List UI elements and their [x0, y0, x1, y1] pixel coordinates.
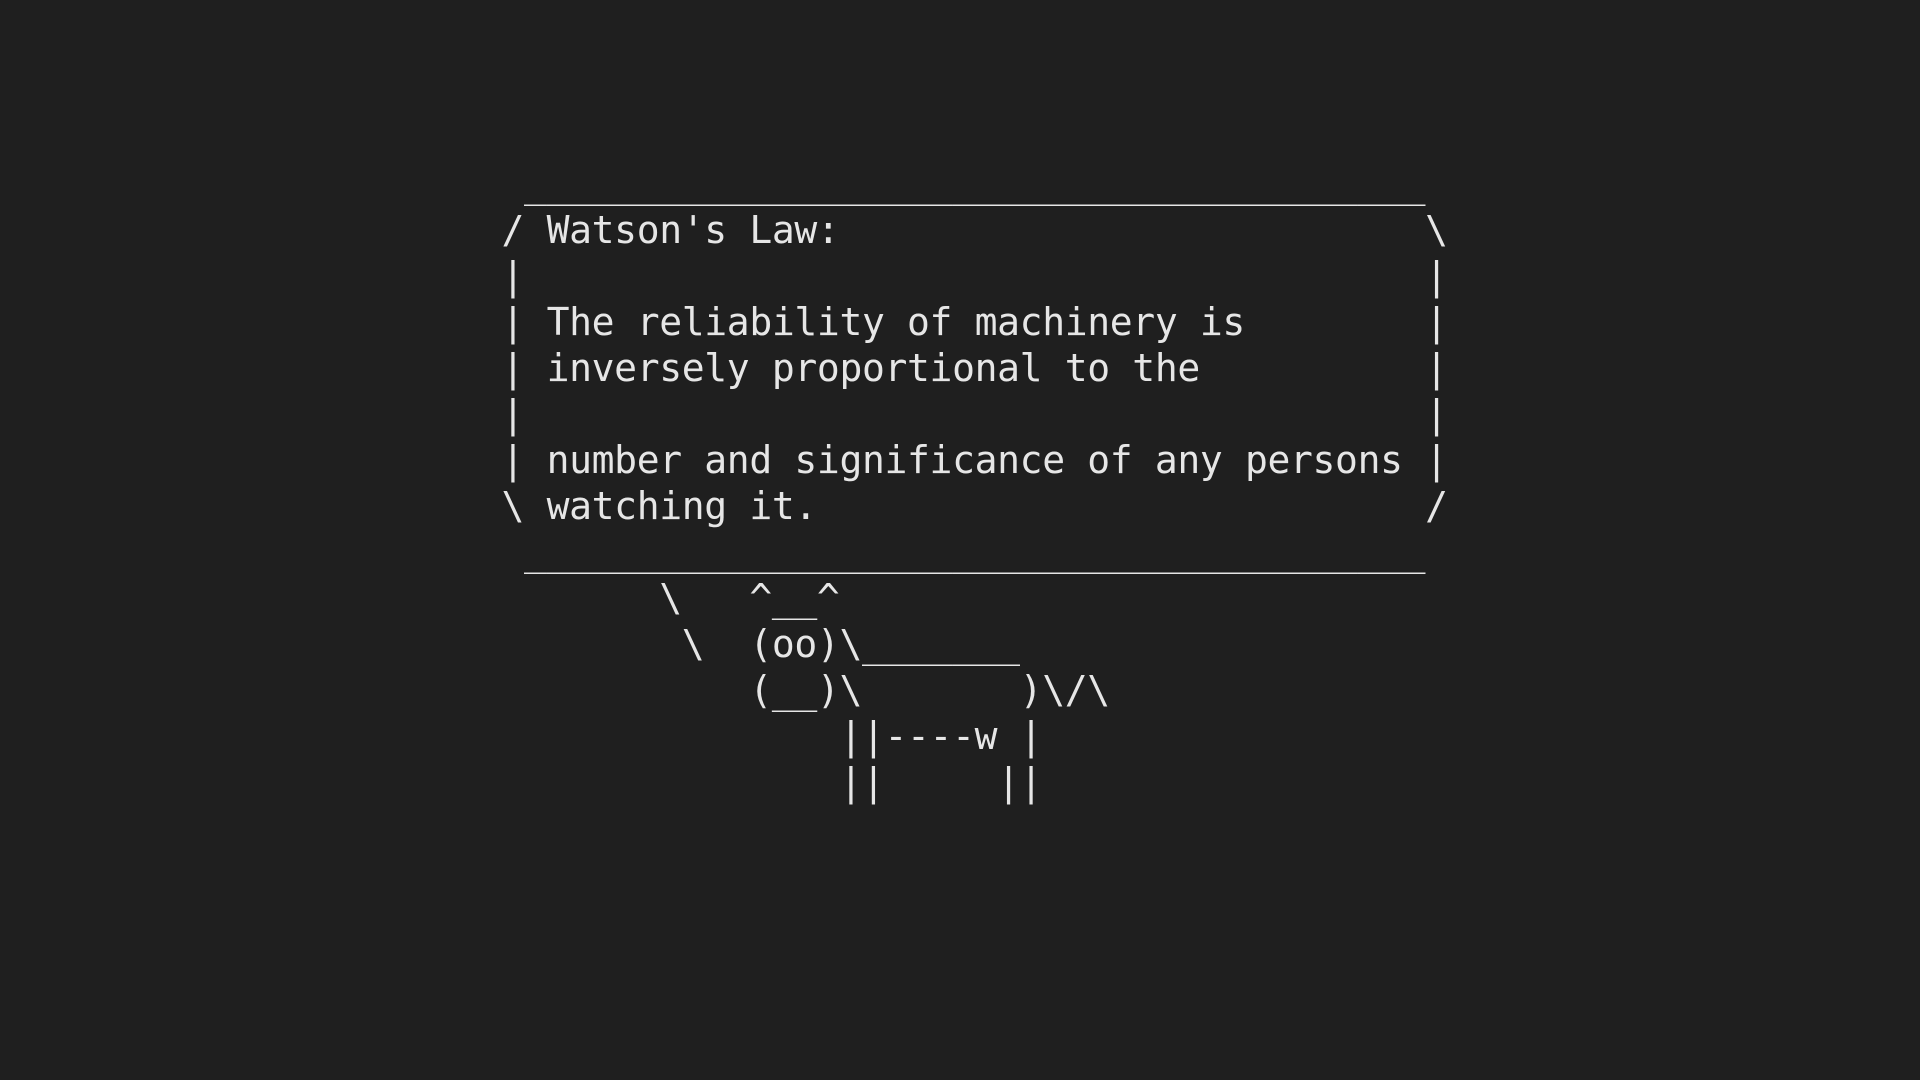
bubble-text-line: | inversely proportional to the |: [479, 346, 1449, 390]
bubble-title-line: / Watson's Law: \: [479, 208, 1449, 252]
bubble-blank-line: | |: [479, 254, 1449, 298]
bubble-text-line: | number and significance of any persons…: [479, 438, 1449, 482]
bubble-bottom-border: ________________________________________: [479, 530, 1426, 574]
cow-body-line: (__)\ )\/\: [479, 668, 1110, 712]
cow-ears-line: \ ^__^: [479, 576, 840, 620]
cowsay-output: ________________________________________…: [479, 161, 1449, 805]
cow-eyes-line: \ (oo)\_______: [479, 622, 1020, 666]
bubble-text-line: \ watching it. /: [479, 484, 1449, 528]
cow-legs-line: ||----w |: [479, 714, 1043, 758]
bubble-text-line: | The reliability of machinery is |: [479, 300, 1449, 344]
bubble-top-border: ________________________________________: [479, 162, 1426, 206]
bubble-blank-line: | |: [479, 392, 1449, 436]
cow-feet-line: || ||: [479, 760, 1043, 804]
terminal-window[interactable]: ________________________________________…: [0, 0, 1920, 1080]
